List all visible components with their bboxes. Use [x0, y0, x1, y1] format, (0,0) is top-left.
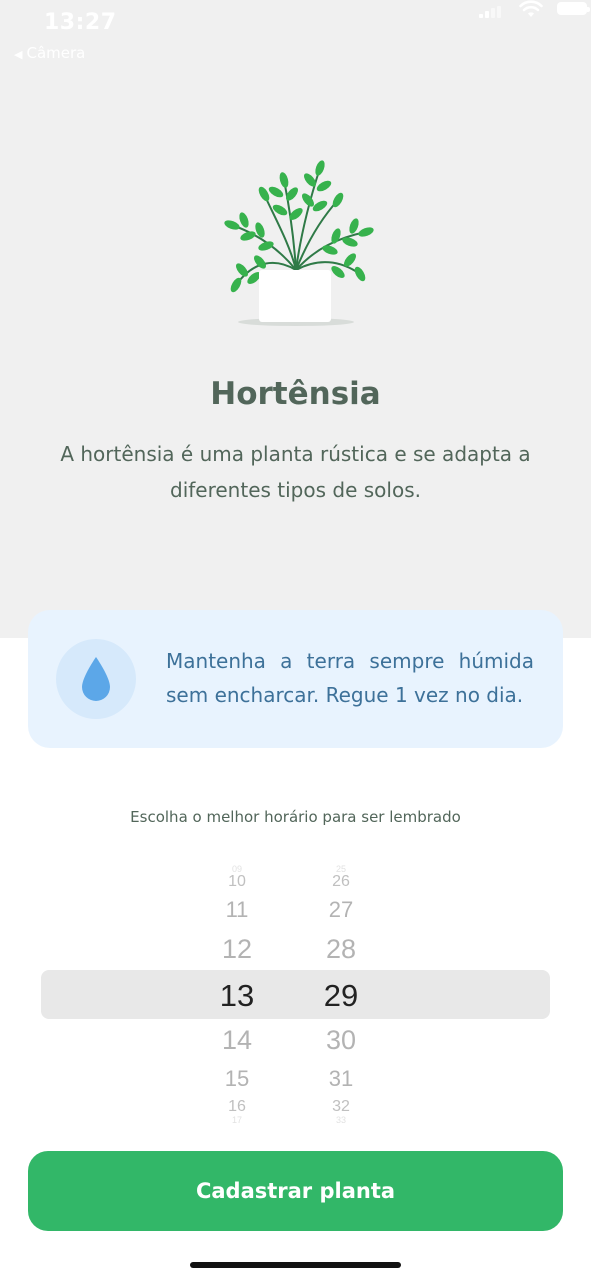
water-icon-container [56, 639, 136, 719]
minute-option[interactable]: 30 [291, 1027, 391, 1054]
hour-option[interactable]: 14 [187, 1027, 287, 1054]
status-time: 13:27 [44, 10, 117, 35]
back-app-label: Câmera [26, 44, 86, 62]
minute-option[interactable]: 28 [291, 936, 391, 963]
home-indicator[interactable] [190, 1262, 401, 1268]
hour-picker-column[interactable]: 09 10 11 12 13 14 15 16 17 [187, 860, 287, 1130]
minute-picker-column[interactable]: 25 26 27 28 29 30 31 32 33 [291, 860, 391, 1130]
hour-option[interactable]: 15 [187, 1068, 287, 1090]
minute-option[interactable]: 26 [291, 874, 391, 890]
reminder-time-label: Escolha o melhor horário para ser lembra… [130, 808, 461, 826]
potted-plant-icon [224, 160, 374, 326]
time-picker[interactable]: 09 10 11 12 13 14 15 16 17 25 26 27 28 2… [0, 860, 591, 1130]
register-plant-button[interactable]: Cadastrar planta [28, 1151, 563, 1231]
back-arrow-icon: ◀ [14, 48, 23, 61]
hour-option[interactable]: 11 [187, 899, 287, 921]
plant-description: A hortênsia é uma planta rústica e se ad… [60, 442, 531, 502]
hour-option-selected[interactable]: 13 [187, 980, 287, 1011]
minute-option[interactable]: 32 [291, 1099, 391, 1115]
minute-option[interactable]: 31 [291, 1068, 391, 1090]
hour-option[interactable]: 12 [187, 936, 287, 963]
battery-icon [557, 2, 590, 15]
back-to-camera-link[interactable]: ◀ Câmera [14, 44, 85, 62]
signal-icon [479, 6, 503, 18]
wifi-icon [519, 0, 543, 17]
hour-option[interactable]: 10 [187, 874, 287, 890]
plant-name: Hortênsia [210, 376, 381, 412]
minute-option[interactable]: 33 [291, 1116, 391, 1125]
hour-option[interactable]: 17 [187, 1116, 287, 1125]
minute-option-selected[interactable]: 29 [291, 980, 391, 1011]
hour-option[interactable]: 16 [187, 1099, 287, 1115]
minute-option[interactable]: 27 [291, 899, 391, 921]
watering-tip-text: Mantenha a terra sempre húmida sem encha… [166, 649, 534, 707]
watering-tip-card: Mantenha a terra sempre húmida sem encha… [28, 610, 563, 748]
water-drop-icon [82, 657, 110, 701]
